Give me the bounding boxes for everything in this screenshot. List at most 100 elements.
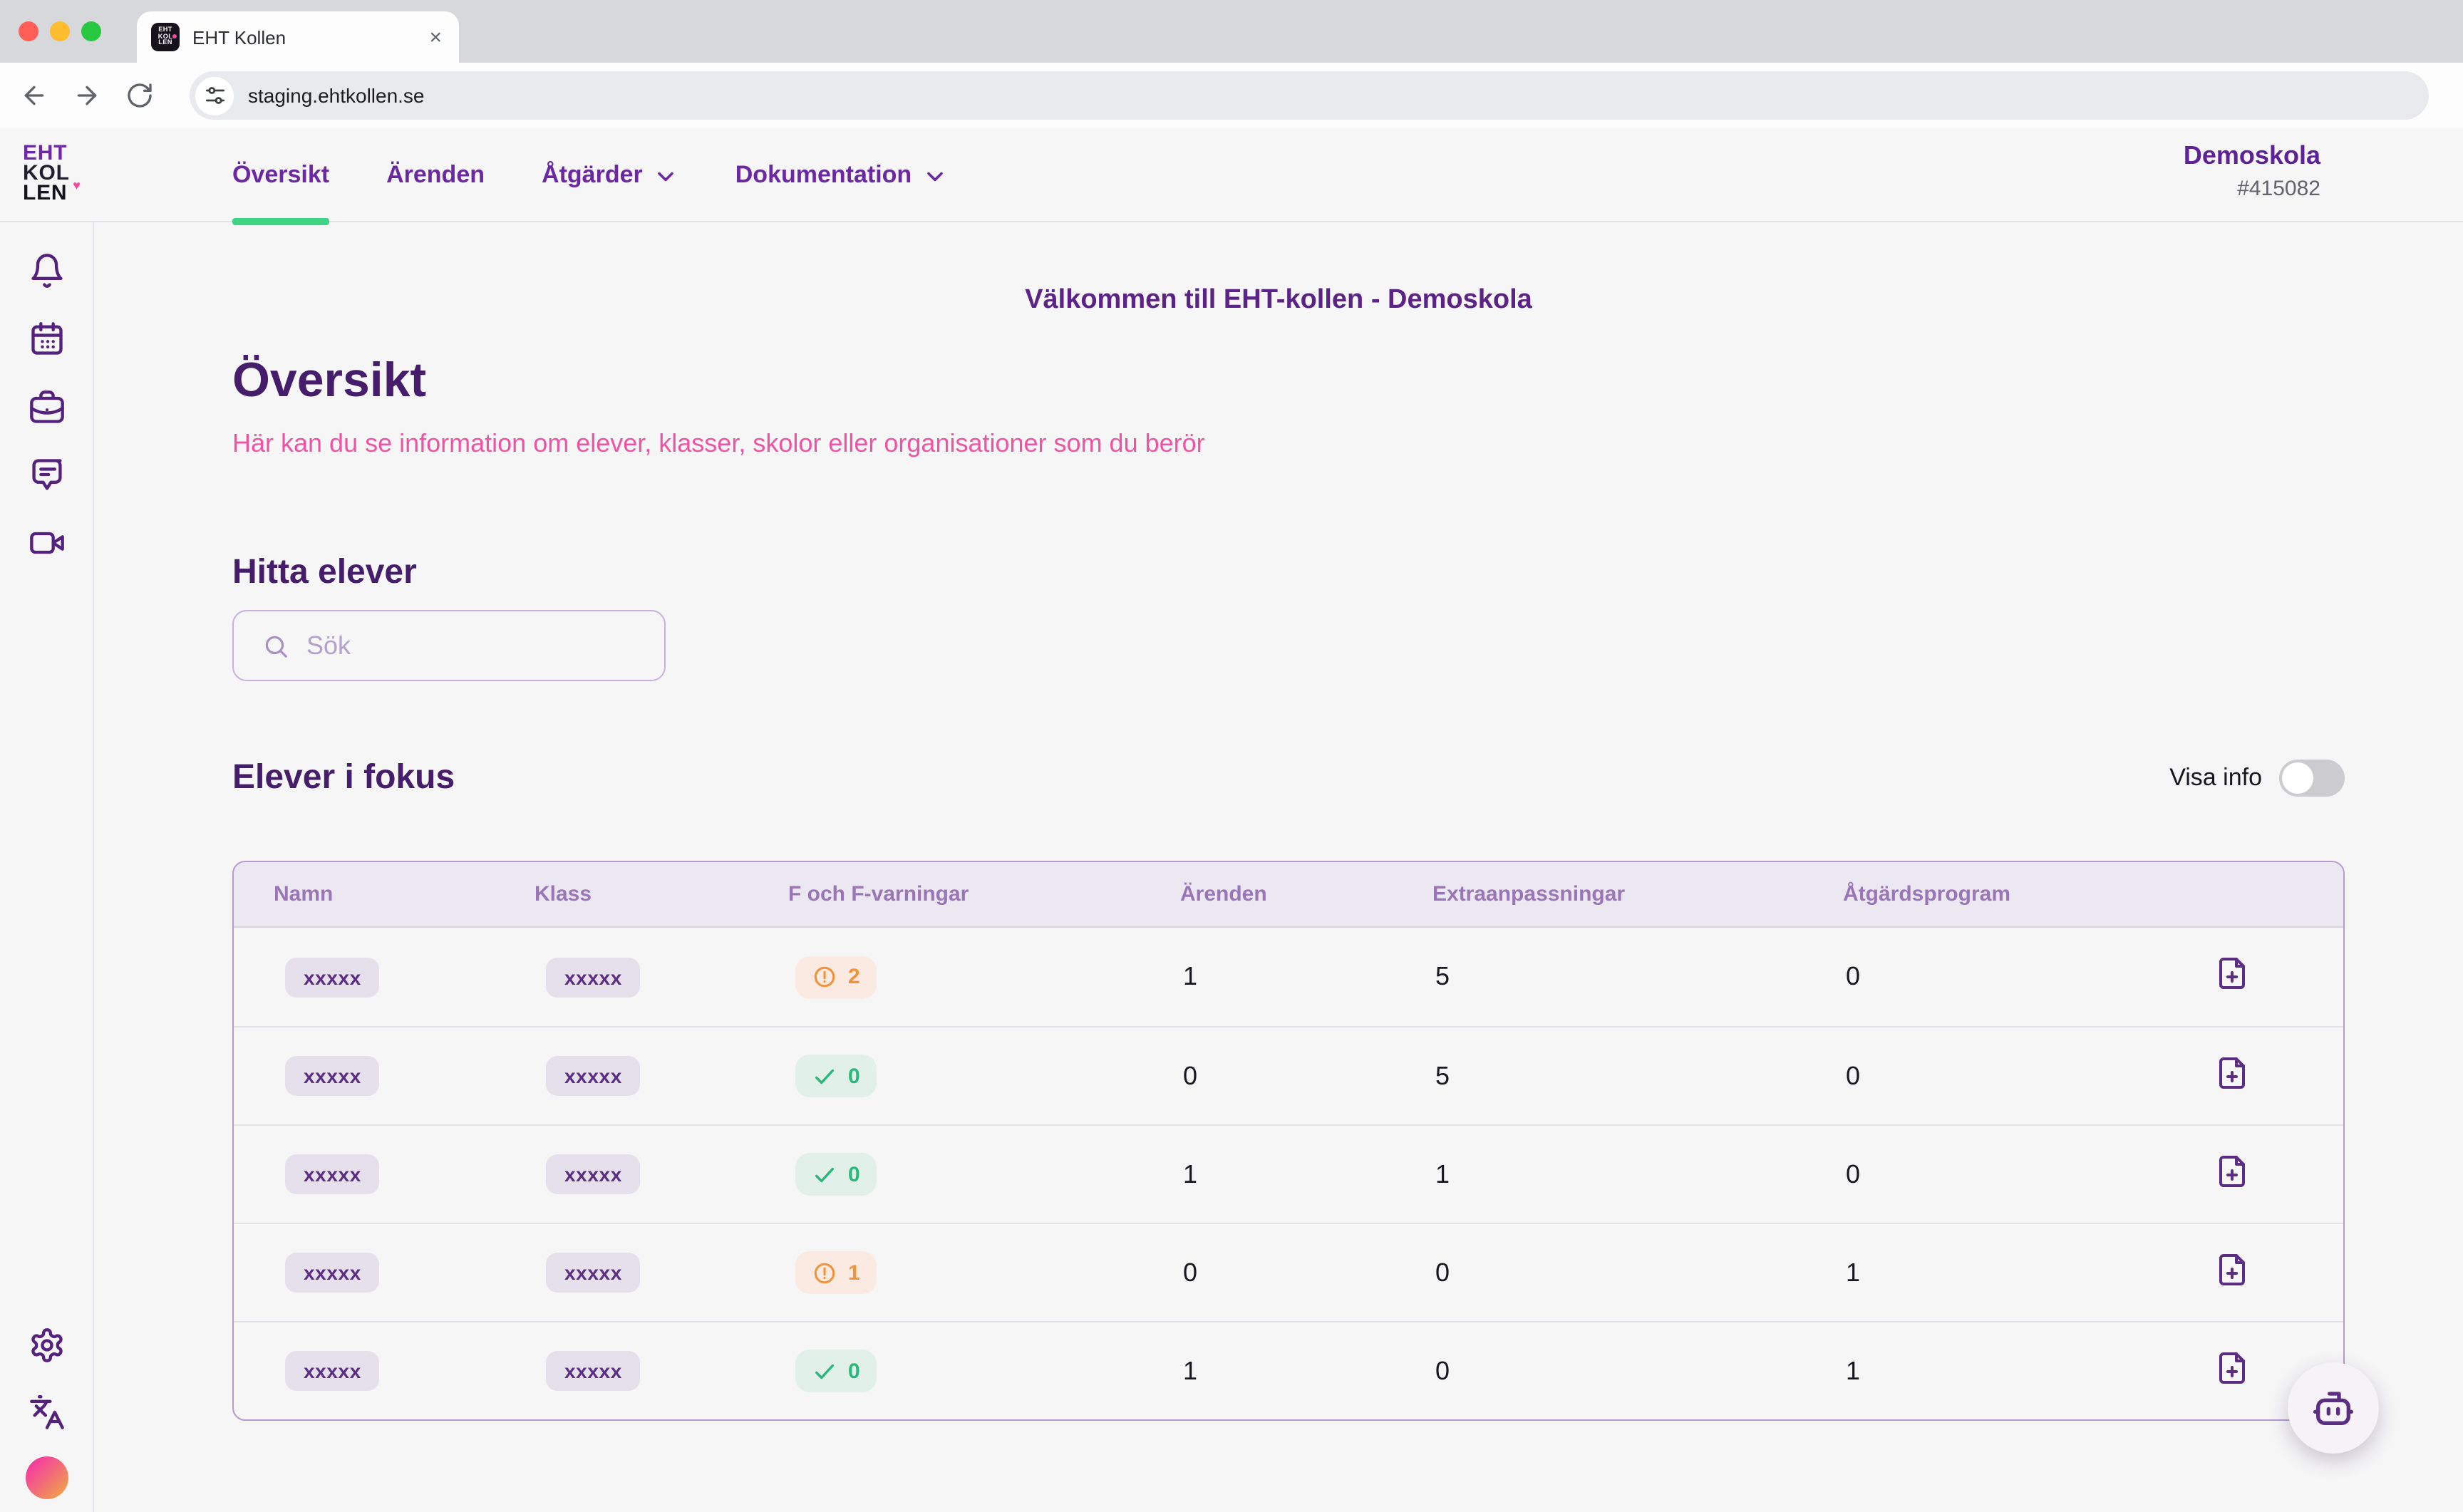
file-plus-button[interactable]: [2215, 1252, 2249, 1286]
file-plus-button[interactable]: [2215, 956, 2249, 990]
find-students-heading: Hitta elever: [232, 553, 417, 593]
settings-gear-icon[interactable]: [28, 1327, 65, 1364]
browser-tabstrip: EHTKOLLEN EHT Kollen ×: [0, 0, 2463, 63]
assistant-fab[interactable]: [2288, 1362, 2379, 1454]
file-plus-icon: [2215, 1055, 2249, 1089]
student-name-badge: xxxxx: [285, 1253, 380, 1293]
calendar-icon[interactable]: [28, 321, 65, 358]
app-header: EHT KOL♥ LEN Översikt Ärenden Åtgärder D…: [0, 128, 2463, 222]
warning-count: 0: [848, 1162, 860, 1186]
address-bar[interactable]: staging.ehtkollen.se: [190, 71, 2429, 120]
f-warning-badge: 0: [795, 1153, 877, 1196]
app-logo[interactable]: EHT KOL♥ LEN: [23, 144, 70, 204]
col-klass: Klass: [535, 882, 788, 906]
file-plus-icon: [2215, 956, 2249, 990]
f-warning-badge: 0: [795, 1350, 877, 1392]
page-title: Översikt: [232, 353, 426, 409]
chevron-down-icon: [921, 164, 947, 190]
nav-arenden[interactable]: Ärenden: [386, 128, 485, 222]
back-icon[interactable]: [20, 81, 48, 110]
nav-oversikt[interactable]: Översikt: [232, 128, 329, 222]
fullscreen-window-button[interactable]: [81, 21, 101, 41]
file-plus-button[interactable]: [2215, 1154, 2249, 1188]
student-name-badge: xxxxx: [285, 1154, 380, 1194]
alert-circle-icon: [812, 965, 837, 989]
col-namn: Namn: [234, 882, 535, 906]
arenden-value: 0: [1180, 1061, 1432, 1091]
table-row[interactable]: xxxxx xxxxx 0 0 5 0: [234, 1026, 2343, 1124]
visa-info-toggle[interactable]: [2279, 760, 2345, 797]
school-name: Demoskola: [2184, 141, 2320, 171]
check-icon: [812, 1064, 837, 1088]
language-icon[interactable]: [28, 1394, 65, 1431]
briefcase-icon[interactable]: [28, 389, 65, 426]
browser-tab[interactable]: EHTKOLLEN EHT Kollen ×: [137, 11, 459, 63]
atgardsprogram-value: 0: [1843, 1061, 2215, 1091]
table-body: xxxxx xxxxx 2 1 5 0 xxxxx xxxxx 0: [234, 928, 2343, 1419]
arenden-value: 1: [1180, 1159, 1432, 1189]
f-warning-badge: 1: [795, 1251, 877, 1294]
welcome-banner: Välkommen till EHT-kollen - Demoskola: [94, 285, 2463, 316]
file-plus-icon: [2215, 1252, 2249, 1286]
warning-count: 0: [848, 1359, 860, 1383]
toggle-knob: [2282, 762, 2313, 794]
browser-toolbar: staging.ehtkollen.se: [0, 63, 2463, 128]
arenden-value: 1: [1180, 1356, 1432, 1386]
forward-icon[interactable]: [73, 81, 101, 110]
nav-atgarder[interactable]: Åtgärder: [542, 128, 678, 222]
file-plus-button[interactable]: [2215, 1055, 2249, 1089]
file-plus-button[interactable]: [2215, 1350, 2249, 1384]
class-badge: xxxxx: [546, 1253, 641, 1293]
atgardsprogram-value: 1: [1843, 1356, 2215, 1386]
table-row[interactable]: xxxxx xxxxx 0 1 0 1: [234, 1321, 2343, 1419]
icon-sidebar: [0, 222, 94, 1512]
user-avatar[interactable]: [25, 1456, 68, 1499]
chevron-down-icon: [653, 164, 678, 190]
col-extraanpassningar: Extraanpassningar: [1432, 882, 1843, 906]
visa-info-label: Visa info: [2169, 764, 2262, 792]
file-plus-icon: [2215, 1350, 2249, 1384]
extraanpassningar-value: 0: [1432, 1258, 1843, 1288]
class-badge: xxxxx: [546, 1154, 641, 1194]
extraanpassningar-value: 5: [1432, 1061, 1843, 1091]
table-row[interactable]: xxxxx xxxxx 1 0 0 1: [234, 1223, 2343, 1321]
student-name-badge: xxxxx: [285, 1056, 380, 1096]
close-window-button[interactable]: [19, 21, 38, 41]
col-arenden: Ärenden: [1180, 882, 1432, 906]
col-varningar: F och F-varningar: [788, 882, 1180, 906]
arenden-value: 1: [1180, 962, 1432, 992]
file-plus-icon: [2215, 1154, 2249, 1188]
page-subtitle: Här kan du se information om elever, kla…: [232, 429, 1205, 459]
site-favicon: EHTKOLLEN: [151, 23, 180, 51]
warning-count: 2: [848, 965, 860, 989]
school-info: Demoskola #415082: [2184, 141, 2320, 201]
search-input[interactable]: [306, 631, 620, 661]
class-badge: xxxxx: [546, 1056, 641, 1096]
reload-icon[interactable]: [125, 81, 154, 110]
table-row[interactable]: xxxxx xxxxx 2 1 5 0: [234, 928, 2343, 1026]
tab-title: EHT Kollen: [192, 26, 426, 48]
table-row[interactable]: xxxxx xxxxx 0 1 1 0: [234, 1124, 2343, 1223]
check-icon: [812, 1162, 837, 1186]
table-header-row: Namn Klass F och F-varningar Ärenden Ext…: [234, 862, 2343, 928]
atgardsprogram-value: 0: [1843, 1159, 2215, 1189]
alert-circle-icon: [812, 1260, 837, 1285]
video-icon[interactable]: [28, 524, 65, 561]
logo-heart-icon: ♥: [73, 180, 81, 192]
extraanpassningar-value: 0: [1432, 1356, 1843, 1386]
extraanpassningar-value: 5: [1432, 962, 1843, 992]
bell-icon[interactable]: [28, 252, 65, 289]
student-search-box[interactable]: [232, 610, 666, 681]
main-nav: Översikt Ärenden Åtgärder Dokumentation: [232, 128, 947, 222]
minimize-window-button[interactable]: [50, 21, 70, 41]
site-settings-icon[interactable]: [195, 76, 234, 115]
student-name-badge: xxxxx: [285, 957, 380, 997]
f-warning-badge: 2: [795, 956, 877, 998]
extraanpassningar-value: 1: [1432, 1159, 1843, 1189]
tab-close-icon[interactable]: ×: [426, 25, 445, 49]
chat-icon[interactable]: [28, 456, 65, 493]
atgardsprogram-value: 1: [1843, 1258, 2215, 1288]
nav-dokumentation[interactable]: Dokumentation: [735, 128, 947, 222]
warning-count: 0: [848, 1064, 860, 1088]
col-atgardsprogram: Åtgärdsprogram: [1843, 882, 2215, 906]
